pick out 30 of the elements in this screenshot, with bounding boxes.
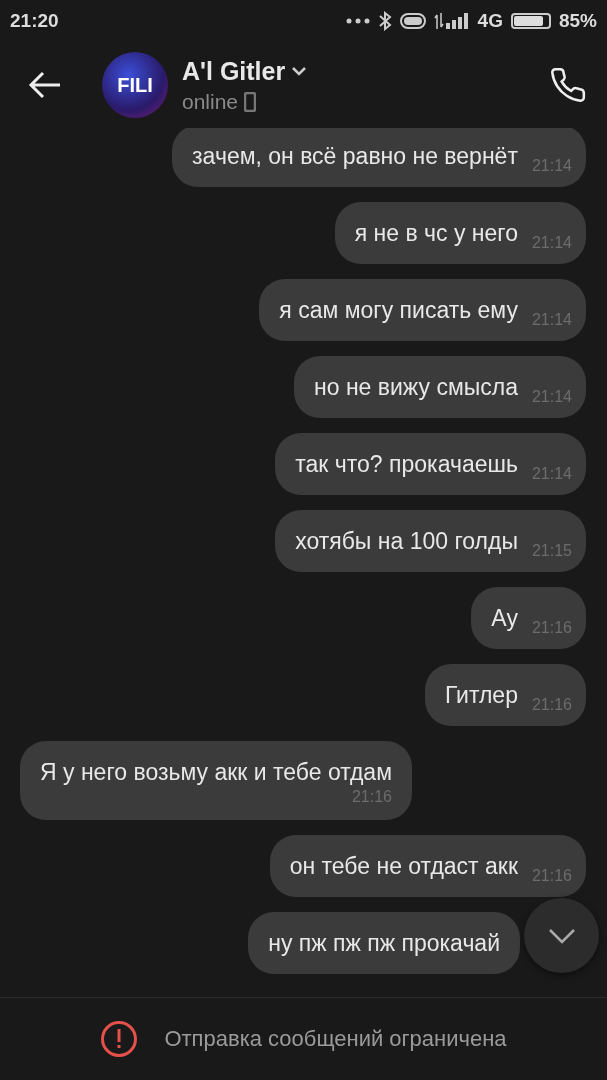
- battery-percent: 85%: [558, 10, 597, 32]
- back-icon[interactable]: [28, 71, 62, 99]
- signal-icon: [433, 11, 470, 31]
- message-text: я сам могу писать ему: [279, 296, 518, 324]
- chevron-down-icon: [547, 927, 576, 944]
- message-bubble[interactable]: ну пж пж пж прокачай: [248, 912, 520, 974]
- bluetooth-icon: [377, 11, 392, 31]
- more-icon: [345, 18, 370, 24]
- online-status: online: [182, 89, 239, 114]
- contact-name[interactable]: A'l Gitler: [182, 56, 286, 86]
- message-text: хотябы на 100 голды: [295, 527, 518, 555]
- restriction-notice: Отправка сообщений ограничена: [164, 1026, 507, 1052]
- network-type: 4G: [477, 10, 503, 32]
- battery-icon: [510, 13, 551, 29]
- message-text: Ау: [491, 604, 518, 632]
- warning-icon: [100, 1020, 139, 1058]
- avatar[interactable]: FILI: [102, 52, 168, 118]
- message-text: но не вижу смысла: [314, 373, 518, 401]
- clock: 21:20: [10, 10, 59, 32]
- call-icon[interactable]: [549, 66, 587, 104]
- chevron-down-icon[interactable]: [291, 66, 308, 76]
- message-text: Гитлер: [444, 681, 518, 709]
- message-text: он тебе не отдаст акк: [289, 852, 518, 880]
- message-text: ну пж пж пж прокачай: [268, 929, 500, 957]
- phone-device-icon: [244, 91, 257, 112]
- message-text: я не в чс у него: [354, 219, 518, 247]
- message-text: так что? прокачаешь: [295, 450, 518, 478]
- message-text: Я у него возьму акк и тебе отдам: [40, 759, 392, 786]
- toggle-icon: [399, 13, 426, 29]
- message-text: зачем, он всё равно не вернёт: [192, 142, 518, 170]
